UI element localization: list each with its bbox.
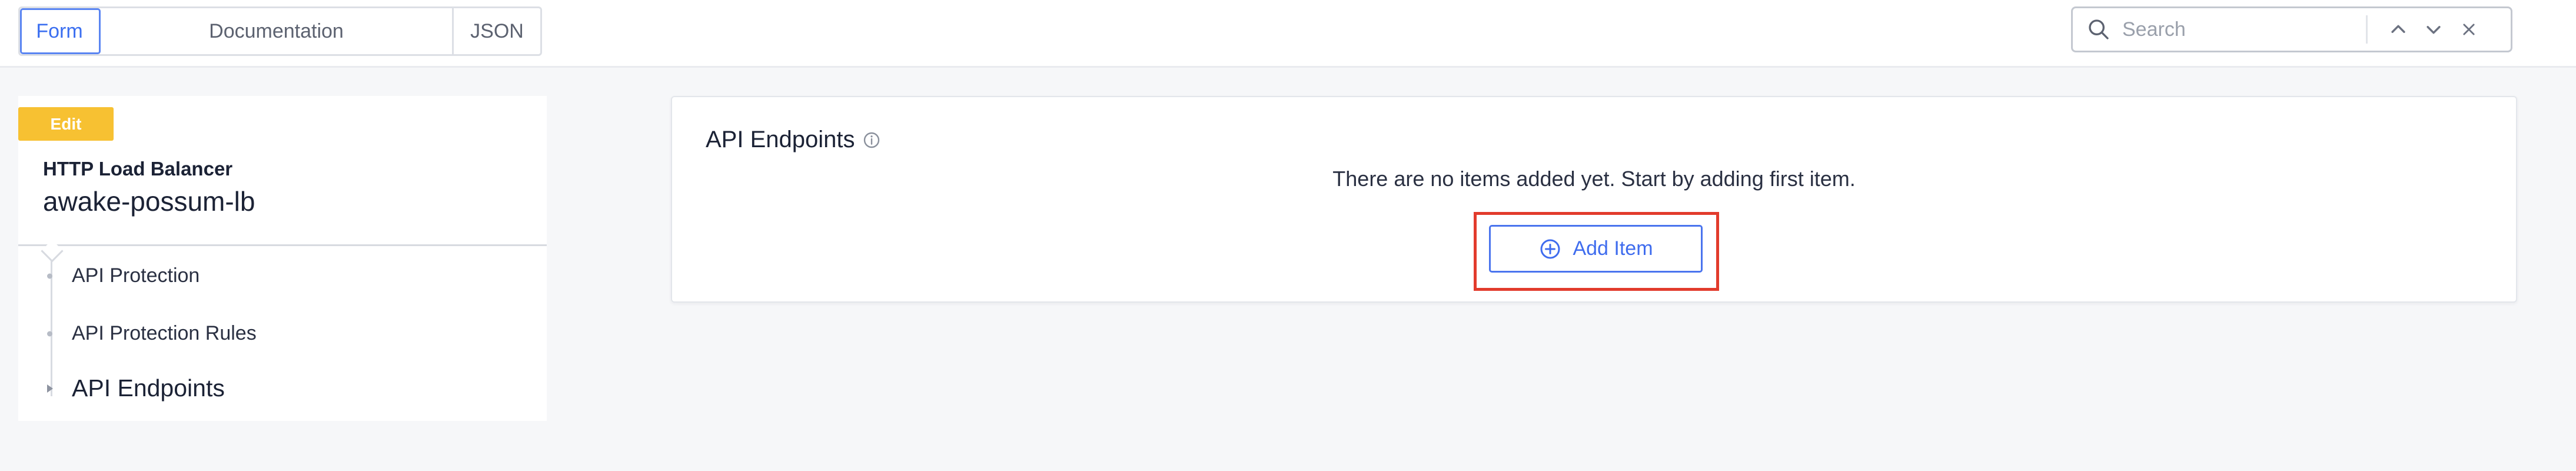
plus-circle-icon: [1538, 237, 1562, 261]
panel-notch: [41, 240, 64, 263]
section-title: API Endpoints: [706, 127, 881, 153]
nav-item-api-protection-rules[interactable]: API Protection Rules: [47, 322, 257, 345]
search-icon: [2081, 12, 2116, 47]
add-item-label: Add Item: [1573, 237, 1653, 260]
chevron-down-icon[interactable]: [2416, 12, 2451, 47]
add-item-button[interactable]: Add Item: [1489, 225, 1703, 273]
empty-state-message: There are no items added yet. Start by a…: [1332, 167, 1856, 191]
section-title-text: API Endpoints: [706, 127, 855, 152]
view-mode-tabs: Form Documentation JSON: [18, 6, 542, 56]
search-divider: [2366, 15, 2368, 44]
api-endpoints-card: API Endpoints There are no items added y…: [671, 96, 2517, 303]
tab-form[interactable]: Form: [20, 8, 101, 54]
object-summary-panel: Edit HTTP Load Balancer awake-possum-lb …: [18, 96, 547, 421]
search-box: [2071, 6, 2512, 52]
tab-documentation[interactable]: Documentation: [101, 8, 454, 54]
edit-badge: Edit: [18, 107, 114, 141]
top-bar: Form Documentation JSON: [0, 0, 2576, 68]
nav-item-label: API Endpoints: [72, 374, 225, 402]
nav-item-api-protection[interactable]: API Protection: [47, 264, 200, 287]
tab-json[interactable]: JSON: [454, 8, 540, 54]
nav-item-api-endpoints[interactable]: API Endpoints: [47, 374, 225, 402]
search-input[interactable]: [2121, 11, 2359, 48]
nav-bullet: [47, 331, 52, 336]
nav-bullet: [47, 273, 52, 278]
entity-name: awake-possum-lb: [43, 186, 255, 217]
panel-divider: [18, 244, 547, 246]
nav-item-label: API Protection Rules: [72, 322, 257, 344]
nav-item-label: API Protection: [72, 264, 200, 287]
entity-type-label: HTTP Load Balancer: [43, 158, 233, 180]
close-icon[interactable]: [2451, 12, 2487, 47]
chevron-up-icon[interactable]: [2381, 12, 2416, 47]
section-nav-line: [51, 261, 52, 396]
info-icon[interactable]: [862, 131, 881, 150]
nav-current-arrow-icon: [47, 384, 53, 393]
